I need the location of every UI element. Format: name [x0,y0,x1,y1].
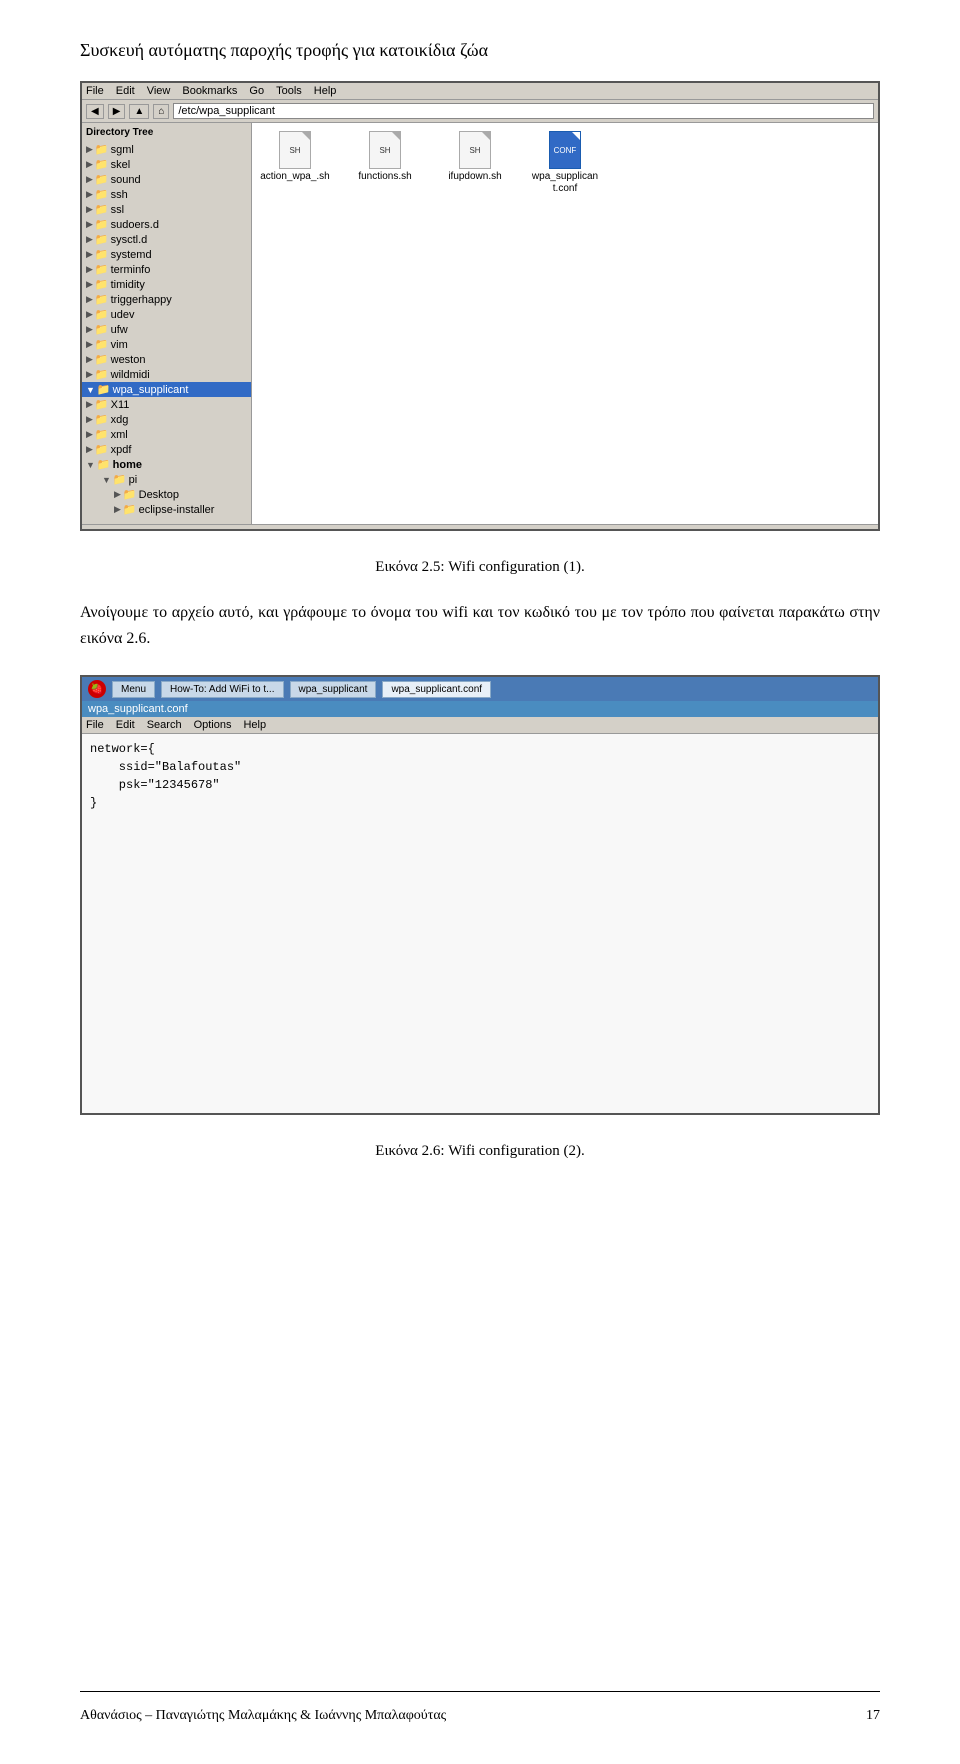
file-label-ifupdown: ifupdown.sh [448,171,501,183]
tree-item-triggerhappy[interactable]: ▶📁triggerhappy [82,292,251,307]
taskbar-item-wpa[interactable]: wpa_supplicant [290,681,377,698]
file-icon-wpa-supplicant-conf: CONF [549,131,581,169]
taskbar-item-menu[interactable]: Menu [112,681,155,698]
tree-label: Directory Tree [82,125,251,142]
te-menu-edit[interactable]: Edit [116,719,135,731]
raspberry-icon[interactable]: 🍓 [88,680,106,698]
tree-item-desktop[interactable]: ▶📁Desktop [82,487,251,502]
text-editor-window: 🍓 Menu How-To: Add WiFi to t... wpa_supp… [82,677,878,1113]
te-menu-help[interactable]: Help [243,719,266,731]
fm-sidebar: Directory Tree ▶📁sgml ▶📁skel ▶📁sound ▶📁s… [82,123,252,524]
fm-content: Directory Tree ▶📁sgml ▶📁skel ▶📁sound ▶📁s… [82,123,878,524]
tree-item-eclipse[interactable]: ▶📁eclipse-installer [82,502,251,517]
te-content[interactable]: network={ ssid="Balafoutas" psk="1234567… [82,734,878,1113]
fm-menu-file[interactable]: File [86,85,104,97]
taskbar-howto-label: How-To: Add WiFi to t... [170,684,274,695]
file-label-wpa-supplicant-conf: wpa_supplicant.conf [530,171,600,195]
te-menubar: File Edit Search Options Help [82,717,878,734]
taskbar-wpa-label: wpa_supplicant [299,684,368,695]
tree-item-timidity[interactable]: ▶📁timidity [82,277,251,292]
tree-item-ufw[interactable]: ▶📁ufw [82,322,251,337]
up-button[interactable]: ▲ [129,104,149,119]
te-menu-options[interactable]: Options [194,719,232,731]
fm-menu-go[interactable]: Go [249,85,264,97]
file-icon-action-wpa: SH [279,131,311,169]
caption2: Εικόνα 2.6: Wifi configuration (2). [80,1143,880,1160]
tree-item-xml[interactable]: ▶📁xml [82,427,251,442]
code-line-2: ssid="Balafoutas" [90,758,870,776]
tree-item-pi[interactable]: ▼📁pi [82,472,251,487]
screenshot2: 🍓 Menu How-To: Add WiFi to t... wpa_supp… [80,675,880,1115]
file-icon-functions: SH [369,131,401,169]
fm-menu-tools[interactable]: Tools [276,85,302,97]
tree-item-sysctl[interactable]: ▶📁sysctl.d [82,232,251,247]
footer-separator [80,1691,880,1692]
tree-item-weston[interactable]: ▶📁weston [82,352,251,367]
file-functions[interactable]: SH functions.sh [350,131,420,183]
fm-menu-edit[interactable]: Edit [116,85,135,97]
fm-toolbar: ◀ ▶ ▲ ⌂ /etc/wpa_supplicant [82,100,878,123]
tree-item-home[interactable]: ▼📁home [82,457,251,472]
footer-author: Αθανάσιος – Παναγιώτης Μαλαμάκης & Ιωάνν… [80,1708,446,1724]
fm-status-bar [82,524,878,529]
te-menu-file[interactable]: File [86,719,104,731]
file-manager-window: File Edit View Bookmarks Go Tools Help ◀… [82,83,878,529]
page-container: Συσκευή αυτόματης παροχής τροφής για κατ… [0,0,960,1764]
te-menu-search[interactable]: Search [147,719,182,731]
body-text: Ανοίγουμε το αρχείο αυτό, και γράφουμε τ… [80,600,880,651]
file-label-action-wpa: action_wpa_.sh [260,171,330,183]
tree-item-sgml[interactable]: ▶📁sgml [82,142,251,157]
tree-item-sound[interactable]: ▶📁sound [82,172,251,187]
code-line-3: psk="12345678" [90,776,870,794]
te-title-bar: wpa_supplicant.conf [82,701,878,717]
file-ifupdown[interactable]: SH ifupdown.sh [440,131,510,183]
code-line-1: network={ [90,740,870,758]
forward-button[interactable]: ▶ [108,104,126,119]
footer-page-number: 17 [866,1708,880,1724]
fm-menu-view[interactable]: View [147,85,171,97]
taskbar-wpa-conf-label: wpa_supplicant.conf [391,684,482,695]
tree-item-systemd[interactable]: ▶📁systemd [82,247,251,262]
tree-item-wildmidi[interactable]: ▶📁wildmidi [82,367,251,382]
tree-item-vim[interactable]: ▶📁vim [82,337,251,352]
address-bar[interactable]: /etc/wpa_supplicant [173,103,874,119]
fm-menu-help[interactable]: Help [314,85,337,97]
fm-menu-bookmarks[interactable]: Bookmarks [182,85,237,97]
tree-item-x11[interactable]: ▶📁X11 [82,397,251,412]
file-action-wpa[interactable]: SH action_wpa_.sh [260,131,330,183]
screenshot1: File Edit View Bookmarks Go Tools Help ◀… [80,81,880,531]
file-icon-ifupdown: SH [459,131,491,169]
home-button[interactable]: ⌂ [153,104,169,119]
tree-item-terminfo[interactable]: ▶📁terminfo [82,262,251,277]
taskbar-menu-label: Menu [121,684,146,695]
fm-menubar: File Edit View Bookmarks Go Tools Help [82,83,878,100]
tree-item-xpdf[interactable]: ▶📁xpdf [82,442,251,457]
tree-item-sudoers[interactable]: ▶📁sudoers.d [82,217,251,232]
fm-main: SH action_wpa_.sh SH functions.sh [252,123,878,524]
tree-item-ssh[interactable]: ▶📁ssh [82,187,251,202]
code-line-4: } [90,794,870,812]
te-taskbar: 🍓 Menu How-To: Add WiFi to t... wpa_supp… [82,677,878,701]
tree-item-udev[interactable]: ▶📁udev [82,307,251,322]
taskbar-item-howto[interactable]: How-To: Add WiFi to t... [161,681,283,698]
caption1: Εικόνα 2.5: Wifi configuration (1). [80,559,880,576]
file-label-functions: functions.sh [358,171,411,183]
tree-item-ssl[interactable]: ▶📁ssl [82,202,251,217]
page-title: Συσκευή αυτόματης παροχής τροφής για κατ… [80,40,880,61]
taskbar-item-wpa-conf[interactable]: wpa_supplicant.conf [382,681,491,698]
tree-item-wpa-supplicant[interactable]: ▼📁wpa_supplicant [82,382,251,397]
tree-item-xdg[interactable]: ▶📁xdg [82,412,251,427]
tree-item-skel[interactable]: ▶📁skel [82,157,251,172]
file-wpa-supplicant-conf[interactable]: CONF wpa_supplicant.conf [530,131,600,195]
page-footer: Αθανάσιος – Παναγιώτης Μαλαμάκης & Ιωάνν… [80,1708,880,1724]
back-button[interactable]: ◀ [86,104,104,119]
